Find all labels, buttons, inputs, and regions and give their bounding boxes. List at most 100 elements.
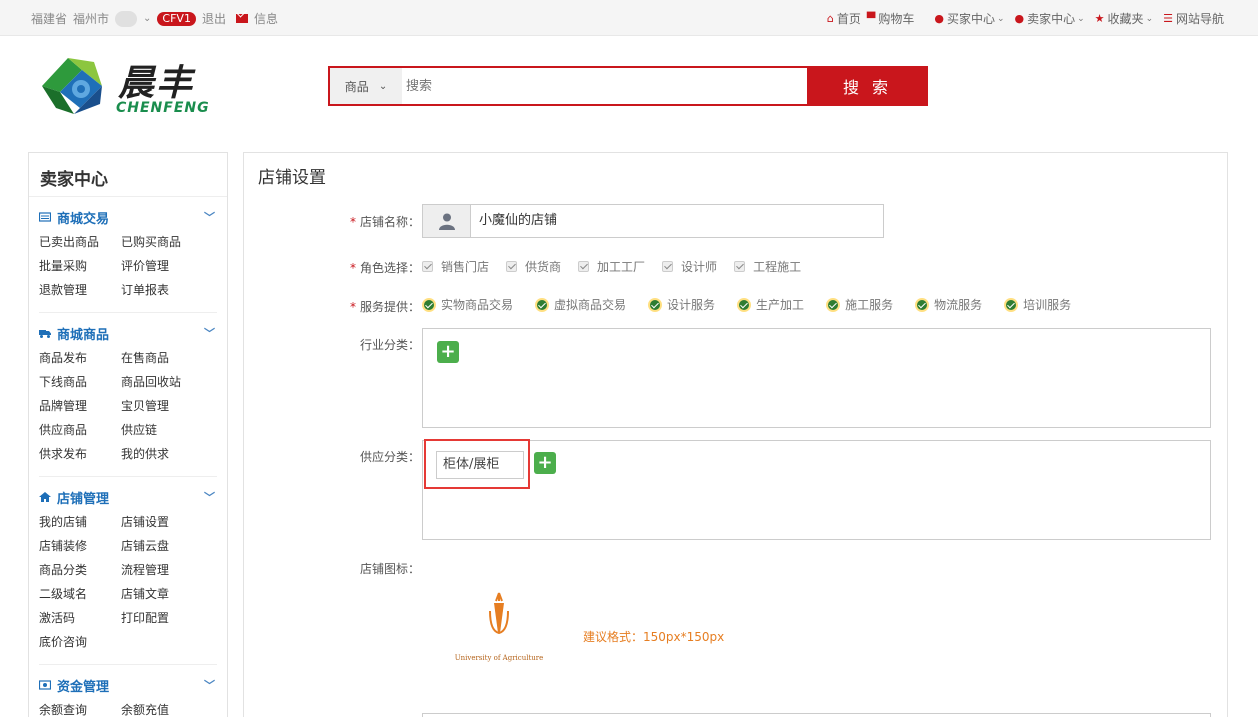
role-option[interactable]: 销售门店 [422,258,489,275]
search-category-select[interactable]: 商品 ⌄ [330,68,402,104]
sidebar-item[interactable]: 店铺云盘 [121,534,203,558]
user-icon [423,205,471,237]
shop-name-value[interactable]: 小魔仙的店铺 [471,205,557,237]
supply-label: 供应分类： [320,448,420,465]
sidebar-group-header[interactable]: 店铺管理 ﹀ [39,488,217,507]
chevron-down-icon: ⌄ [996,13,1005,24]
sidebar-item[interactable]: 余额查询 [39,698,121,717]
service-option-label: 物流服务 [934,298,983,312]
nav-cart-label: 购物车 [878,12,915,26]
service-option[interactable]: 生产加工 [737,296,804,313]
service-option[interactable]: 设计服务 [648,296,715,313]
list-icon: ☰ [1163,12,1173,25]
nav-seller-center[interactable]: ● 卖家中心 ⌄ [1015,10,1085,27]
sidebar-item[interactable]: 下线商品 [39,370,121,394]
sidebar-item[interactable]: 流程管理 [121,558,203,582]
sidebar-item[interactable]: 店铺设置 [121,510,203,534]
sidebar-item[interactable]: 我的店铺 [39,510,121,534]
role-option[interactable]: 工程施工 [734,258,801,275]
sidebar-item[interactable]: 订单报表 [121,278,203,302]
sidebar-item[interactable]: 评价管理 [121,254,203,278]
sidebar-item[interactable]: 激活码 [39,606,121,630]
role-option[interactable]: 加工工厂 [578,258,645,275]
nav-favorites[interactable]: ★ 收藏夹 ⌄ [1095,10,1153,27]
mail-icon [235,14,248,23]
logout-link[interactable]: 退出 [202,10,226,27]
sidebar-item[interactable]: 我的供求 [121,442,203,466]
sidebar-item[interactable]: 店铺文章 [121,582,203,606]
sidebar-item[interactable]: 打印配置 [121,606,203,630]
industry-label: 行业分类： [320,336,420,353]
sidebar-item[interactable]: 供求发布 [39,442,121,466]
add-supply-button[interactable]: + [534,452,556,474]
brand-logo[interactable]: 晨丰 CHENFENG [30,48,230,124]
chevron-down-icon[interactable]: ﹀ [204,209,215,225]
nav-site-map[interactable]: ☰ 网站导航 [1163,10,1224,27]
nav-buyer-center[interactable]: ● 买家中心 ⌄ [934,10,1004,27]
sidebar-item[interactable]: 商品发布 [39,346,121,370]
checkbox-checked[interactable] [578,261,590,272]
nav-cart[interactable]: ▀ 购物车 [867,10,914,27]
checkbox-checked[interactable] [506,261,518,272]
checkbox-checked[interactable] [662,261,674,272]
sidebar-item[interactable]: 商品回收站 [121,370,203,394]
check-circle-icon [915,297,930,312]
sidebar-item[interactable]: 已购买商品 [121,230,203,254]
chevron-down-icon[interactable]: ﹀ [204,325,215,341]
role-option[interactable]: 供货商 [506,258,561,275]
sidebar-item[interactable]: 批量采购 [39,254,121,278]
sidebar-group-header[interactable]: 商城商品 ﹀ [39,324,217,343]
sidebar-item[interactable]: 余额充值 [121,698,203,717]
sidebar-item[interactable]: 二级域名 [39,582,121,606]
service-option[interactable]: 虚拟商品交易 [535,296,626,313]
sidebar-item[interactable]: 供应链 [121,418,203,442]
supply-tag[interactable]: 柜体/展柜 [436,451,524,479]
brand-name-cn: 晨丰 [118,62,195,104]
sidebar-item[interactable]: 宝贝管理 [121,394,203,418]
chevron-down-icon[interactable]: ⌄ [143,13,151,24]
service-option[interactable]: 施工服务 [826,296,893,313]
sidebar-items: 余额查询 余额充值 [39,698,217,717]
search-button[interactable]: 搜 索 [807,66,928,106]
chevron-down-icon[interactable]: ﹀ [204,677,215,693]
sidebar-item[interactable]: 供应商品 [39,418,121,442]
service-group: 实物商品交易 虚拟商品交易 设计服务 生产加工 施工服务 物流服务 培训服务 [422,296,1093,313]
service-option[interactable]: 实物商品交易 [422,296,513,313]
role-checkbox-group: 销售门店 供货商 加工工厂 设计师 工程施工 [422,258,818,275]
sidebar-item[interactable]: 商品分类 [39,558,121,582]
industry-category-box: + [422,328,1211,428]
sidebar-title: 卖家中心 [29,153,227,197]
shop-settings-panel: 店铺设置 * 店铺名称： 小魔仙的店铺 * 角色选择： 销售门店 供货商 加工工厂 … [243,152,1228,717]
role-option[interactable]: 设计师 [662,258,717,275]
chevron-down-icon[interactable]: ﹀ [204,489,215,505]
nav-home[interactable]: ⌂ 首页 [827,10,861,27]
sidebar-group-trade: 商城交易 ﹀ 已卖出商品 已购买商品 批量采购 评价管理 退款管理 订单报表 [39,197,217,313]
checkbox-checked[interactable] [422,261,433,272]
sidebar-item[interactable]: 已卖出商品 [39,230,121,254]
sidebar-item[interactable]: 品牌管理 [39,394,121,418]
checkbox-checked[interactable] [734,261,746,272]
sidebar-item[interactable]: 底价咨询 [39,630,121,654]
user-icon: ● [1014,12,1025,25]
shop-name-field[interactable]: 小魔仙的店铺 [422,204,884,238]
sidebar-item[interactable]: 店铺装修 [39,534,121,558]
sidebar-group-header[interactable]: 资金管理 ﹀ [39,676,217,695]
supply-label-text: 供应分类： [359,450,420,464]
service-option[interactable]: 培训服务 [1004,296,1071,313]
next-field-box[interactable] [422,713,1211,717]
add-industry-button[interactable]: + [437,341,459,363]
service-option[interactable]: 物流服务 [915,296,982,313]
search-input[interactable] [402,68,807,104]
sidebar-item[interactable]: 退款管理 [39,278,121,302]
check-circle-icon [1004,297,1019,312]
truck-icon [39,330,51,338]
nav-favorites-label: 收藏夹 [1107,12,1144,26]
location-city[interactable]: 福州市 [73,10,109,27]
service-option-label: 施工服务 [845,298,894,312]
user-avatar[interactable] [115,10,138,27]
chevron-down-icon: ⌄ [1077,13,1085,24]
sidebar-group-header[interactable]: 商城交易 ﹀ [39,208,217,227]
sidebar-item[interactable]: 在售商品 [121,346,203,370]
message-link[interactable]: 信息 [254,10,278,27]
shop-logo-image[interactable]: University of Agriculture [454,589,544,665]
